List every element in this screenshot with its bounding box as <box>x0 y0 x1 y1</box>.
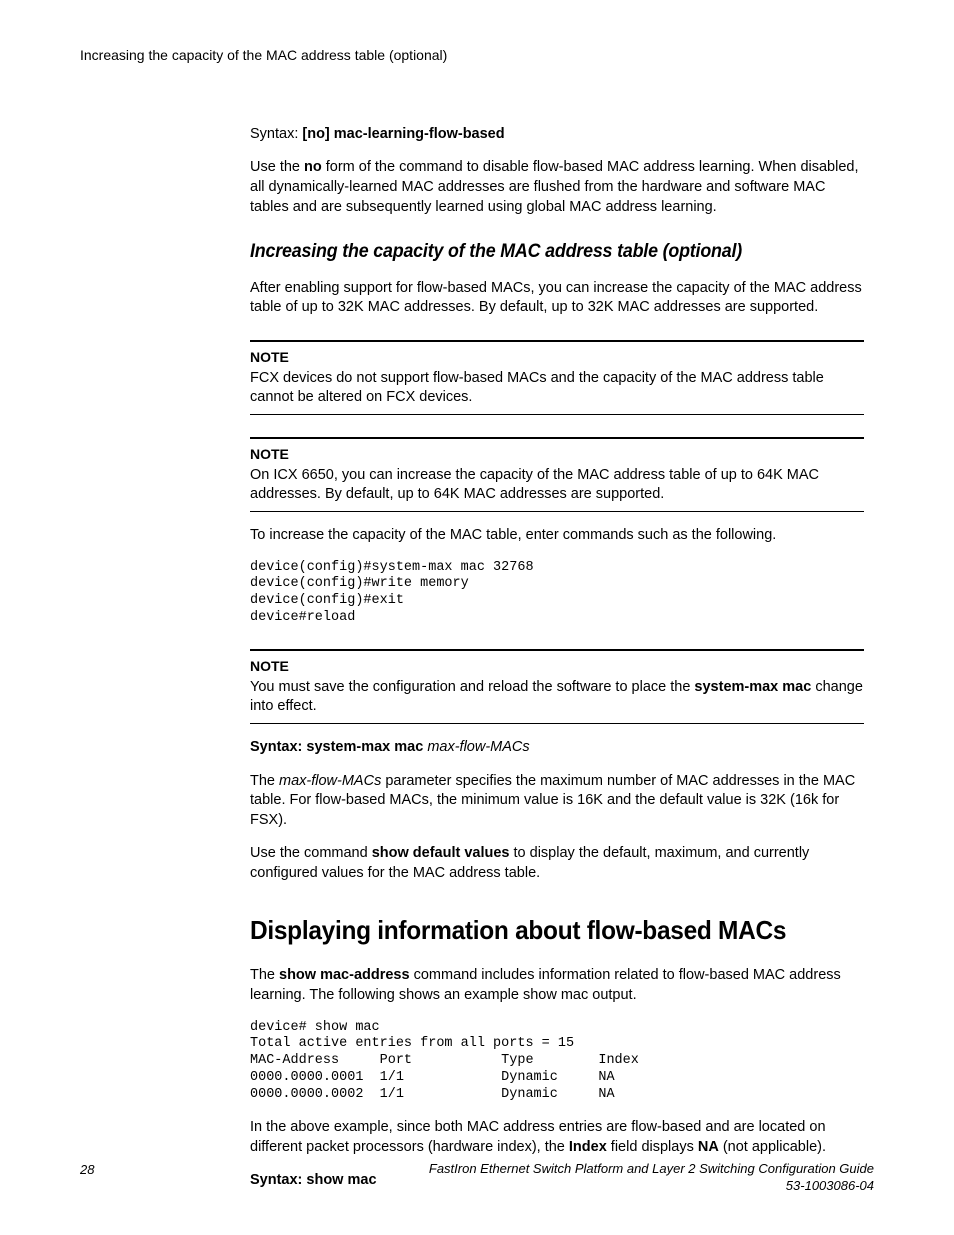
param-max-flow-macs: max-flow-MACs <box>279 773 381 789</box>
text-fragment: form of the command to disable flow-base… <box>250 159 859 214</box>
text-fragment: The <box>250 967 279 983</box>
text-fragment: You must save the configuration and relo… <box>250 679 694 695</box>
paragraph-show-default: Use the command show default values to d… <box>250 844 864 883</box>
text-fragment: Use the command <box>250 845 372 861</box>
paragraph-use-no: Use the no form of the command to disabl… <box>250 158 864 217</box>
paragraph-example-explain: In the above example, since both MAC add… <box>250 1118 864 1157</box>
text-fragment: field displays <box>607 1139 698 1155</box>
syntax-param: max-flow-MACs <box>423 739 529 755</box>
heading-displaying-info: Displaying information about flow-based … <box>250 913 827 948</box>
syntax-command: [no] mac-learning-flow-based <box>302 126 504 142</box>
text-fragment: Use the <box>250 159 304 175</box>
paragraph-to-increase: To increase the capacity of the MAC tabl… <box>250 526 864 546</box>
keyword-index: Index <box>569 1139 607 1155</box>
note-label: NOTE <box>250 348 864 367</box>
paragraph-after-enabling: After enabling support for flow-based MA… <box>250 279 864 318</box>
note-body: FCX devices do not support flow-based MA… <box>250 369 864 408</box>
command-show-mac-address: show mac-address <box>279 967 410 983</box>
note-block-3: NOTE You must save the configuration and… <box>250 649 864 724</box>
code-block-system-max: device(config)#system-max mac 32768 devi… <box>250 560 864 628</box>
text-fragment: (not applicable). <box>719 1139 826 1155</box>
footer-guide: FastIron Ethernet Switch Platform and La… <box>429 1161 874 1195</box>
note-block-1: NOTE FCX devices do not support flow-bas… <box>250 340 864 415</box>
section-heading-capacity: Increasing the capacity of the MAC addre… <box>250 239 827 265</box>
command-show-default-values: show default values <box>372 845 510 861</box>
paragraph-maxflow: The max-flow-MACs parameter specifies th… <box>250 772 864 831</box>
syntax-prefix: Syntax: <box>250 126 302 142</box>
page-container: Increasing the capacity of the MAC addre… <box>0 0 954 1235</box>
keyword-na: NA <box>698 1139 719 1155</box>
syntax-command: Syntax: system-max mac <box>250 739 423 755</box>
syntax-line-1: Syntax: [no] mac-learning-flow-based <box>250 125 864 145</box>
note-body: You must save the configuration and relo… <box>250 678 864 717</box>
running-header: Increasing the capacity of the MAC addre… <box>80 46 874 65</box>
note-block-2: NOTE On ICX 6650, you can increase the c… <box>250 437 864 512</box>
page-content: Syntax: [no] mac-learning-flow-based Use… <box>250 125 864 1191</box>
syntax-line-2: Syntax: system-max mac max-flow-MACs <box>250 738 864 758</box>
note-body: On ICX 6650, you can increase the capaci… <box>250 466 864 505</box>
note-label: NOTE <box>250 657 864 676</box>
text-fragment: The <box>250 773 279 789</box>
note-label: NOTE <box>250 445 864 464</box>
page-footer: 28 FastIron Ethernet Switch Platform and… <box>80 1161 874 1195</box>
footer-doc-number: 53-1003086-04 <box>786 1178 874 1193</box>
page-number: 28 <box>80 1161 94 1179</box>
code-block-show-mac: device# show mac Total active entries fr… <box>250 1020 864 1104</box>
keyword-no: no <box>304 159 322 175</box>
paragraph-show-mac: The show mac-address command includes in… <box>250 966 864 1005</box>
keyword-system-max-mac: system-max mac <box>694 679 811 695</box>
footer-guide-title: FastIron Ethernet Switch Platform and La… <box>429 1161 874 1176</box>
